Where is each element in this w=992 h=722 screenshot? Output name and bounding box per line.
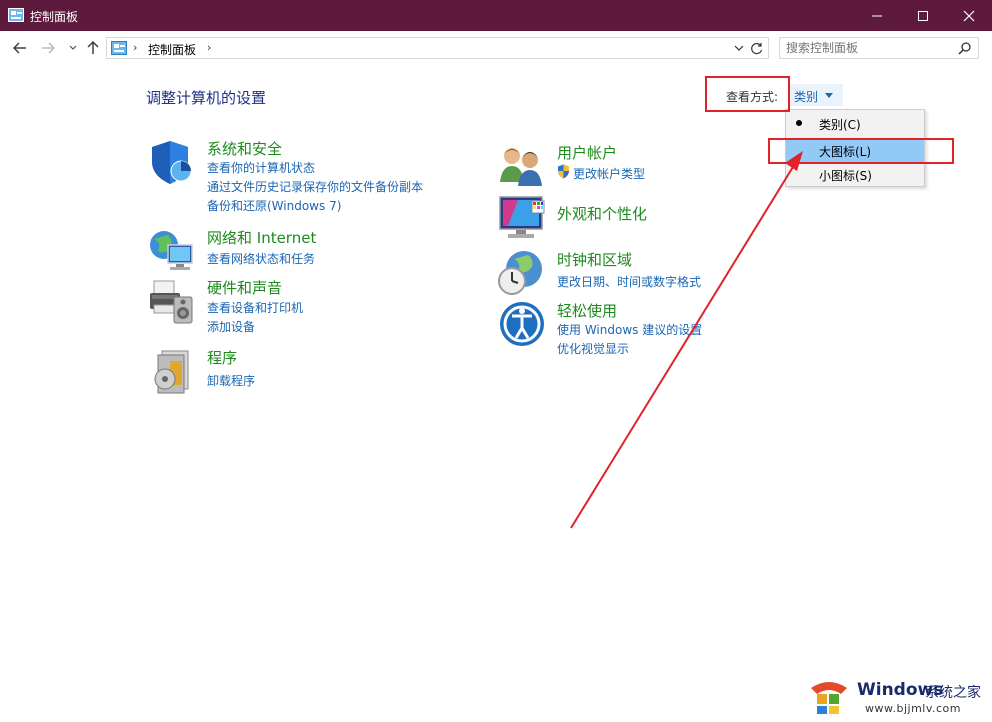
annotation-arrow xyxy=(570,151,803,529)
watermark-suffix: 系统之家 xyxy=(925,685,981,701)
watermark: Windows 系统之家 www.bjjmlv.com xyxy=(805,672,990,720)
watermark-url: www.bjjmlv.com xyxy=(865,702,961,715)
windows-logo-icon xyxy=(811,682,847,714)
